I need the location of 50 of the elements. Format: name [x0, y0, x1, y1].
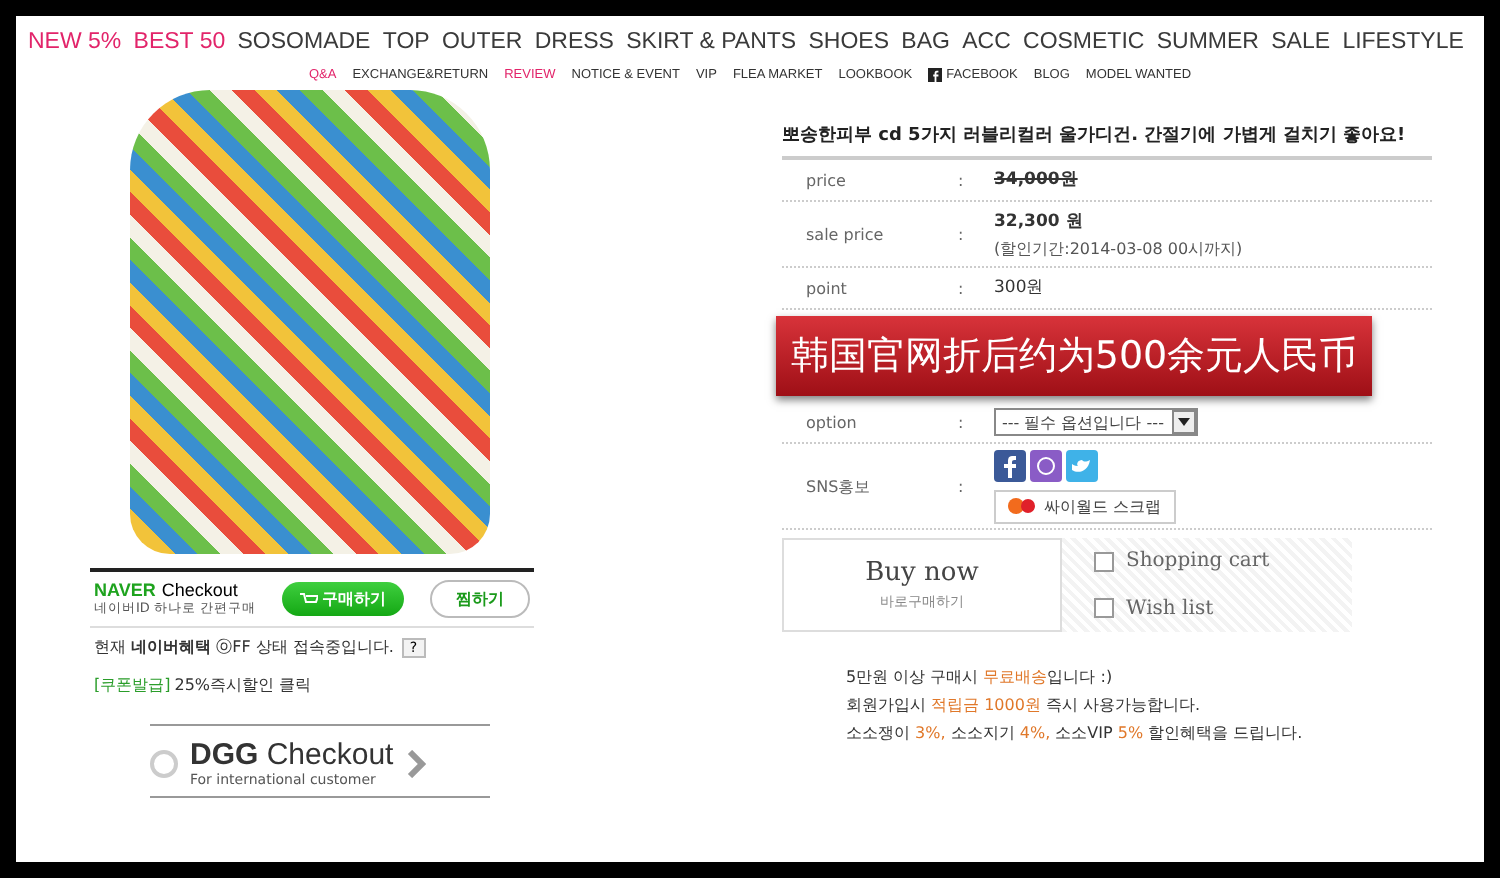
status-text: 현재 네이버혜택 ⓞFF 상태 접속중입니다.: [94, 636, 394, 658]
coupon-link[interactable]: [쿠폰발급]: [94, 674, 171, 696]
coupon-text: 25%즉시할인 클릭: [174, 674, 312, 696]
nav-link[interactable]: BEST 50: [133, 30, 226, 54]
scrap-button[interactable]: 싸이월드 스크랩: [994, 489, 1176, 523]
nav-link[interactable]: NEW 5%: [28, 30, 122, 54]
sale-period: (할인기간:2014-03-08 00시까지): [994, 237, 1243, 259]
nav-link[interactable]: SUMMER: [1156, 30, 1259, 54]
circles-icon: [1008, 498, 1036, 514]
colon: :: [958, 279, 966, 297]
bird-icon[interactable]: [1066, 449, 1098, 481]
circle-logo-icon: [150, 749, 178, 777]
notice-text: 회원가입시 적립금 1000원 즉시 사용가능합니다.: [846, 694, 1203, 716]
point-value: 300원: [994, 276, 1045, 300]
notice-text: 소소쟁이 3%, 소소지기 4%, 소소VIP 5% 할인혜택을 드립니다.: [846, 722, 1305, 744]
nav-link[interactable]: BAG: [901, 30, 950, 54]
field-label: sale price: [804, 225, 886, 243]
sale-price: 32,300 원: [994, 209, 1086, 233]
field-label: price: [804, 171, 848, 189]
nav-link[interactable]: SOSOMADE: [237, 30, 371, 54]
facebook-icon[interactable]: [994, 449, 1026, 481]
nav-link[interactable]: SKIRT & PANTS: [626, 30, 797, 54]
option-select[interactable]: --- 필수 옵션입니다 ---: [994, 408, 1198, 436]
caret-icon: [1177, 418, 1190, 426]
facebook-icon: [928, 68, 943, 82]
nav-link[interactable]: OUTER: [441, 30, 523, 54]
product-title: 뽀송한피부 cd 5가지 러블리컬러 울가디건. 간절기에 가볍게 걸치기 좋아요!: [782, 124, 1432, 160]
promo-banner: 韩国官网折后约为500余元人民币: [776, 316, 1372, 396]
nav-link[interactable]: ACC: [962, 30, 1011, 54]
field-label: option: [804, 413, 859, 431]
colon: :: [958, 477, 966, 495]
nav-link[interactable]: SALE: [1271, 30, 1331, 54]
nav-link[interactable]: LIFESTYLE: [1342, 30, 1464, 54]
nav-link[interactable]: TOP: [382, 30, 430, 54]
colon: :: [958, 225, 966, 243]
action-checkbox[interactable]: Wish list: [1094, 597, 1352, 620]
action-checkbox[interactable]: Shopping cart: [1094, 550, 1352, 573]
colon: :: [958, 413, 966, 431]
colon: :: [958, 171, 966, 189]
checkout-title: NAVER Checkout: [94, 580, 240, 600]
wish-button[interactable]: 찜하기: [430, 580, 530, 618]
field-label: SNS홍보: [804, 475, 873, 497]
nav-link[interactable]: DRESS: [534, 30, 614, 54]
original-price: 34,000원: [994, 168, 1078, 192]
nav-link[interactable]: SHOES: [808, 30, 890, 54]
cart-icon: [300, 591, 319, 607]
chevron-right-icon: [405, 749, 426, 777]
field-label: point: [804, 279, 849, 297]
notice-text: 5만원 이상 구매시 무료배송입니다 :): [846, 666, 1115, 688]
nav-link[interactable]: COSMETIC: [1023, 30, 1145, 54]
